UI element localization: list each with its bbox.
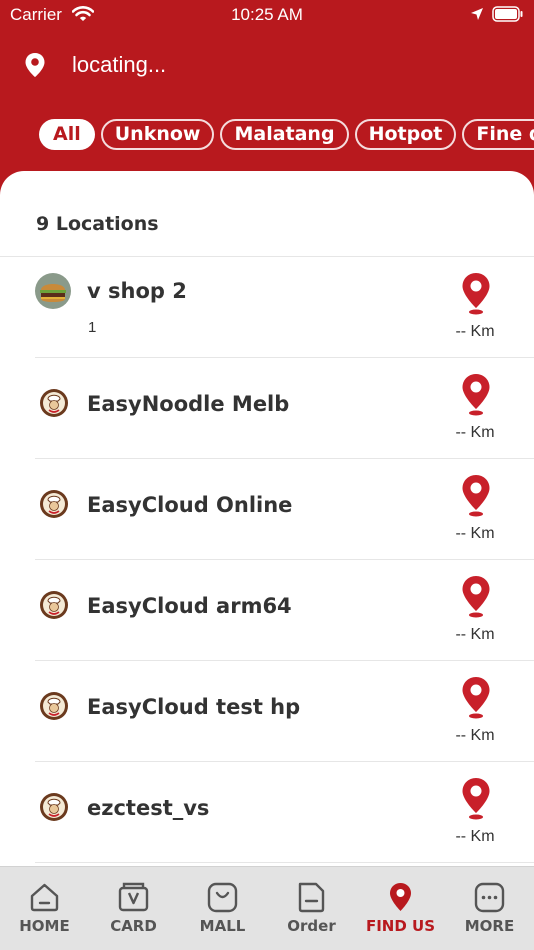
more-icon: [474, 882, 505, 913]
location-name: v shop 2: [87, 279, 187, 303]
map-pin-icon[interactable]: [460, 473, 492, 517]
location-name: EasyNoodle Melb: [87, 392, 290, 416]
location-name: EasyCloud Online: [87, 493, 293, 517]
location-subtitle: 1: [88, 319, 97, 336]
locations-count: 9 Locations: [36, 213, 159, 235]
location-text: locating...: [72, 52, 167, 77]
category-chip-unknow[interactable]: Unknow: [100, 119, 215, 150]
chef-logo-icon: [39, 489, 69, 519]
status-bar: Carrier 10:25 AM: [0, 0, 534, 30]
tab-more[interactable]: MORE: [445, 867, 534, 950]
find-us-icon: [390, 883, 411, 911]
location-row[interactable]: EasyNoodle Melb -- Km: [35, 358, 534, 459]
current-location[interactable]: locating...: [0, 44, 534, 88]
home-icon: [30, 883, 59, 912]
category-chip-hotpot[interactable]: Hotpot: [354, 119, 457, 150]
location-row[interactable]: ezctest_vs -- Km: [35, 762, 534, 863]
category-chip-fine-dining[interactable]: Fine di: [462, 119, 534, 150]
tab-order[interactable]: Order: [267, 867, 356, 950]
map-pin-icon[interactable]: [460, 372, 492, 416]
distance-label: -- Km: [455, 626, 495, 643]
category-chip-all[interactable]: All: [39, 119, 95, 150]
bottom-tab-bar: HOME CARD MALL Order FIND US MORE: [0, 866, 534, 950]
location-row[interactable]: EasyCloud test hp -- Km: [35, 661, 534, 762]
clock: 10:25 AM: [231, 5, 303, 24]
map-pin-icon[interactable]: [460, 675, 492, 719]
burger-icon: [35, 273, 71, 309]
map-pin-icon[interactable]: [460, 776, 492, 820]
locations-panel: 9 Locations v shop 2 1 -- Km EasyNoodle …: [0, 171, 534, 871]
chef-logo-icon: [39, 590, 69, 620]
order-icon: [298, 882, 325, 913]
chef-logo-icon: [39, 792, 69, 822]
tab-find-us[interactable]: FIND US: [356, 867, 445, 950]
location-arrow-icon: [471, 8, 483, 20]
tab-home[interactable]: HOME: [0, 867, 89, 950]
battery-icon: [492, 6, 523, 22]
distance-label: -- Km: [455, 828, 495, 845]
chef-logo-icon: [39, 691, 69, 721]
category-chip-malatang[interactable]: Malatang: [220, 119, 349, 150]
distance-label: -- Km: [455, 525, 495, 542]
category-filter: AllUnknowMalatangHotpotFine di: [39, 119, 534, 151]
location-row[interactable]: EasyCloud Online -- Km: [35, 459, 534, 560]
location-name: ezctest_vs: [87, 796, 210, 820]
location-name: EasyCloud test hp: [87, 695, 301, 719]
distance-label: -- Km: [455, 424, 495, 441]
tab-card[interactable]: CARD: [89, 867, 178, 950]
map-pin-icon[interactable]: [460, 574, 492, 618]
mall-icon: [207, 882, 238, 913]
card-icon: [118, 882, 149, 912]
location-pin-icon: [25, 53, 45, 77]
chef-logo-icon: [39, 388, 69, 418]
distance-label: -- Km: [455, 727, 495, 744]
location-row[interactable]: v shop 2 1 -- Km: [35, 257, 534, 358]
locations-header: 9 Locations: [0, 171, 534, 257]
location-name: EasyCloud arm64: [87, 594, 292, 618]
location-row[interactable]: EasyCloud arm64 -- Km: [35, 560, 534, 661]
map-pin-icon[interactable]: [460, 271, 492, 315]
distance-label: -- Km: [455, 323, 495, 340]
tab-mall[interactable]: MALL: [178, 867, 267, 950]
